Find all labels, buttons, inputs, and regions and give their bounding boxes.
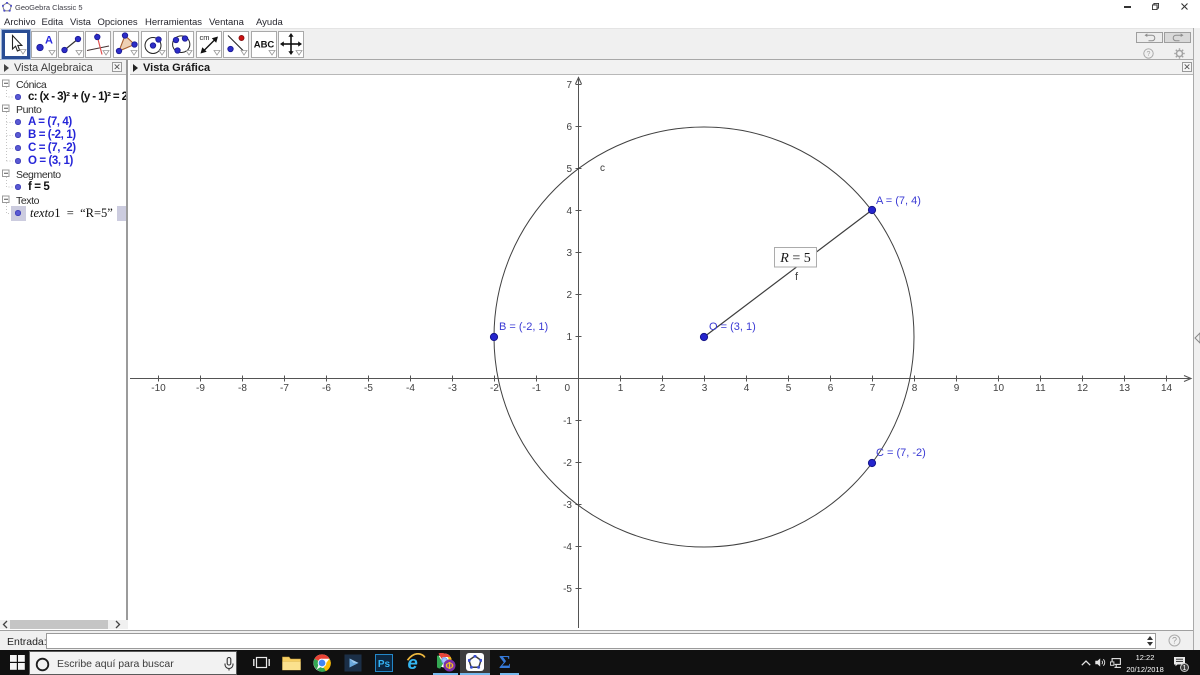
svg-text:8: 8 <box>912 383 918 394</box>
svg-text:-2: -2 <box>563 458 572 469</box>
svg-text:5: 5 <box>566 164 572 175</box>
svg-text:1: 1 <box>1183 665 1187 672</box>
svg-text:7: 7 <box>870 383 876 394</box>
svg-text:O = (3, 1): O = (3, 1) <box>709 321 756 333</box>
svg-text:10: 10 <box>993 383 1005 394</box>
svg-text:13: 13 <box>1119 383 1131 394</box>
svg-text:C = (7, -2): C = (7, -2) <box>876 447 926 459</box>
svg-text:6: 6 <box>828 383 834 394</box>
svg-text:4: 4 <box>566 206 572 217</box>
svg-text:-3: -3 <box>563 500 572 511</box>
svg-text:-1: -1 <box>532 383 541 394</box>
svg-text:-6: -6 <box>322 383 331 394</box>
svg-text:-5: -5 <box>563 584 572 595</box>
svg-text:Φ: Φ <box>445 661 453 672</box>
svg-text:f: f <box>795 271 799 283</box>
svg-text:6: 6 <box>566 122 572 133</box>
svg-text:0: 0 <box>564 383 570 394</box>
svg-text:R = 5: R = 5 <box>779 251 810 266</box>
svg-text:11: 11 <box>1035 383 1046 394</box>
svg-text:4: 4 <box>744 383 750 394</box>
svg-text:?: ? <box>1147 51 1151 58</box>
svg-text:ABC: ABC <box>254 40 275 51</box>
svg-text:-5: -5 <box>364 383 373 394</box>
svg-text:-10: -10 <box>151 383 166 394</box>
svg-text:-4: -4 <box>563 542 572 553</box>
svg-text:-7: -7 <box>280 383 289 394</box>
svg-text:B = (-2, 1): B = (-2, 1) <box>499 321 548 333</box>
svg-text:5: 5 <box>786 383 792 394</box>
svg-text:3: 3 <box>566 248 572 259</box>
svg-text:2: 2 <box>660 383 666 394</box>
svg-text:-8: -8 <box>238 383 247 394</box>
svg-text:1: 1 <box>566 332 572 343</box>
svg-text:12: 12 <box>1077 383 1089 394</box>
svg-text:-1: -1 <box>563 416 572 427</box>
svg-text:cm: cm <box>200 33 210 42</box>
svg-text:7: 7 <box>566 80 572 91</box>
svg-text:A = (7, 4): A = (7, 4) <box>876 195 921 207</box>
svg-text:-2: -2 <box>490 383 499 394</box>
svg-text:1: 1 <box>618 383 624 394</box>
svg-text:2: 2 <box>566 290 572 301</box>
svg-text:9: 9 <box>954 383 960 394</box>
svg-text:3: 3 <box>702 383 708 394</box>
svg-text:-3: -3 <box>448 383 457 394</box>
svg-text:-9: -9 <box>196 383 205 394</box>
svg-text:?: ? <box>1172 636 1177 646</box>
svg-text:c: c <box>600 163 605 174</box>
svg-text:Ps: Ps <box>378 659 391 670</box>
svg-text:14: 14 <box>1161 383 1173 394</box>
svg-text:A: A <box>45 35 53 47</box>
svg-text:-4: -4 <box>406 383 415 394</box>
